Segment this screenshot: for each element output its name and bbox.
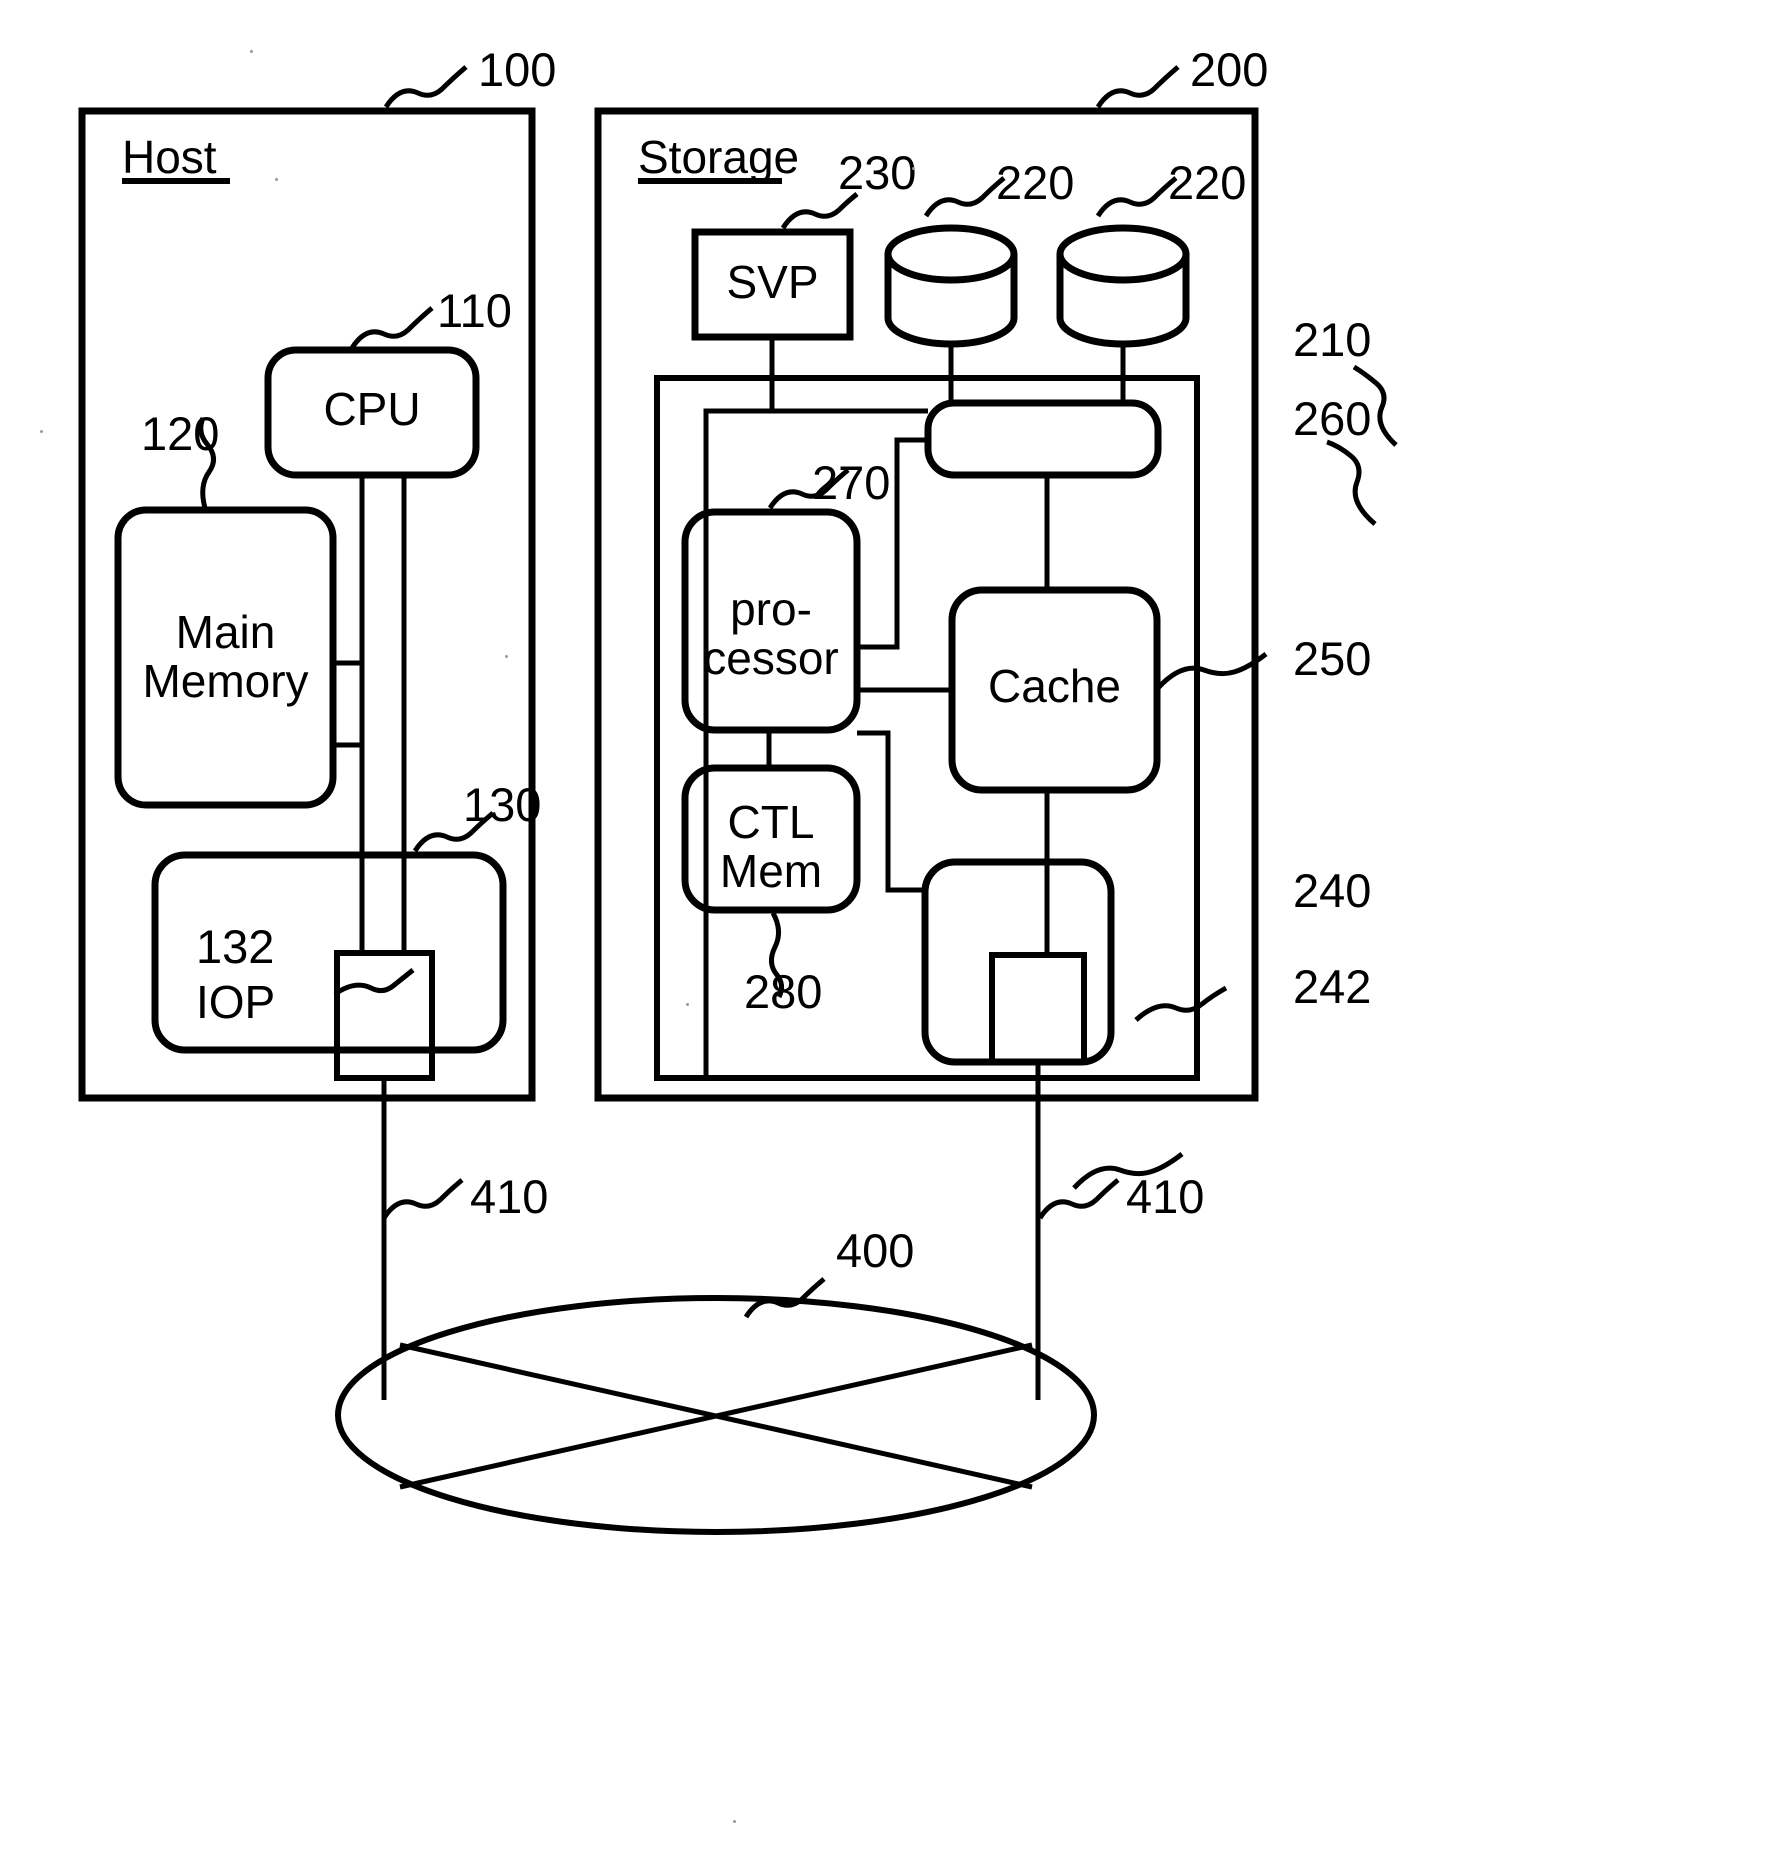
ref-410-left: 410 (470, 1170, 549, 1223)
ref-210: 210 (1293, 313, 1372, 366)
leader-220-left (923, 176, 1006, 218)
svp-label: SVP (726, 256, 819, 308)
leader-230 (780, 192, 859, 230)
ref-400: 400 (836, 1224, 915, 1277)
scan-speck (275, 178, 278, 181)
channel-port (989, 952, 1087, 1065)
leader-132 (333, 968, 415, 997)
ref-410-right: 410 (1126, 1170, 1205, 1223)
ctl-mem-label-line2: Mem (719, 845, 823, 897)
leader-240 (1134, 985, 1228, 1022)
host-boundary (78, 107, 536, 1102)
host-section-title: Host (122, 131, 217, 183)
ref-100: 100 (478, 43, 557, 96)
ref-220-left: 220 (996, 156, 1075, 209)
disk-adapter-block (924, 399, 1162, 479)
ref-250: 250 (1293, 632, 1372, 685)
ref-230: 230 (838, 146, 917, 199)
scan-speck (505, 655, 508, 658)
disk-right-top (1056, 224, 1190, 284)
processor-label-line1: pro- (730, 583, 812, 635)
patent-figure: Host Storage CPU Main Memory IOP SVP pro… (0, 0, 1779, 1857)
ref-280: 280 (744, 965, 823, 1018)
storage-section-title: Storage (638, 131, 800, 183)
main-memory-label-line1: Main (175, 606, 276, 658)
ref-270: 270 (812, 456, 891, 509)
leader-250 (1156, 652, 1268, 690)
ref-240: 240 (1293, 864, 1372, 917)
ref-120: 120 (141, 407, 220, 460)
ref-242: 242 (1293, 960, 1372, 1013)
leader-220-right (1095, 176, 1178, 218)
processor-label-line2: cessor (703, 632, 839, 684)
disk-right-body (1056, 254, 1190, 348)
scan-speck (250, 50, 253, 53)
scan-speck (686, 1003, 689, 1006)
disk-left-top (884, 224, 1018, 284)
cache-label: Cache (988, 660, 1121, 712)
leader-200 (1095, 65, 1180, 109)
iop-port (334, 950, 435, 1081)
leader-260 (1326, 439, 1377, 526)
ref-200: 200 (1190, 43, 1269, 96)
ref-132: 132 (196, 920, 275, 973)
ref-130: 130 (463, 778, 542, 831)
main-memory-label-line2: Memory (142, 655, 309, 707)
iop-label: IOP (196, 976, 276, 1028)
processor-to-channel-adapter (857, 730, 925, 893)
scan-speck (912, 167, 915, 170)
ref-260: 260 (1293, 392, 1372, 445)
ref-110: 110 (437, 284, 512, 337)
disk-left-body (884, 254, 1018, 348)
scan-speck (40, 430, 43, 433)
scan-speck (733, 1820, 736, 1823)
ref-220-right: 220 (1168, 156, 1247, 209)
leader-100 (383, 65, 468, 109)
leader-110 (349, 306, 434, 350)
leader-410-left (381, 1178, 464, 1220)
ctl-mem-label-line1: CTL (727, 796, 815, 848)
cpu-label: CPU (323, 383, 421, 435)
